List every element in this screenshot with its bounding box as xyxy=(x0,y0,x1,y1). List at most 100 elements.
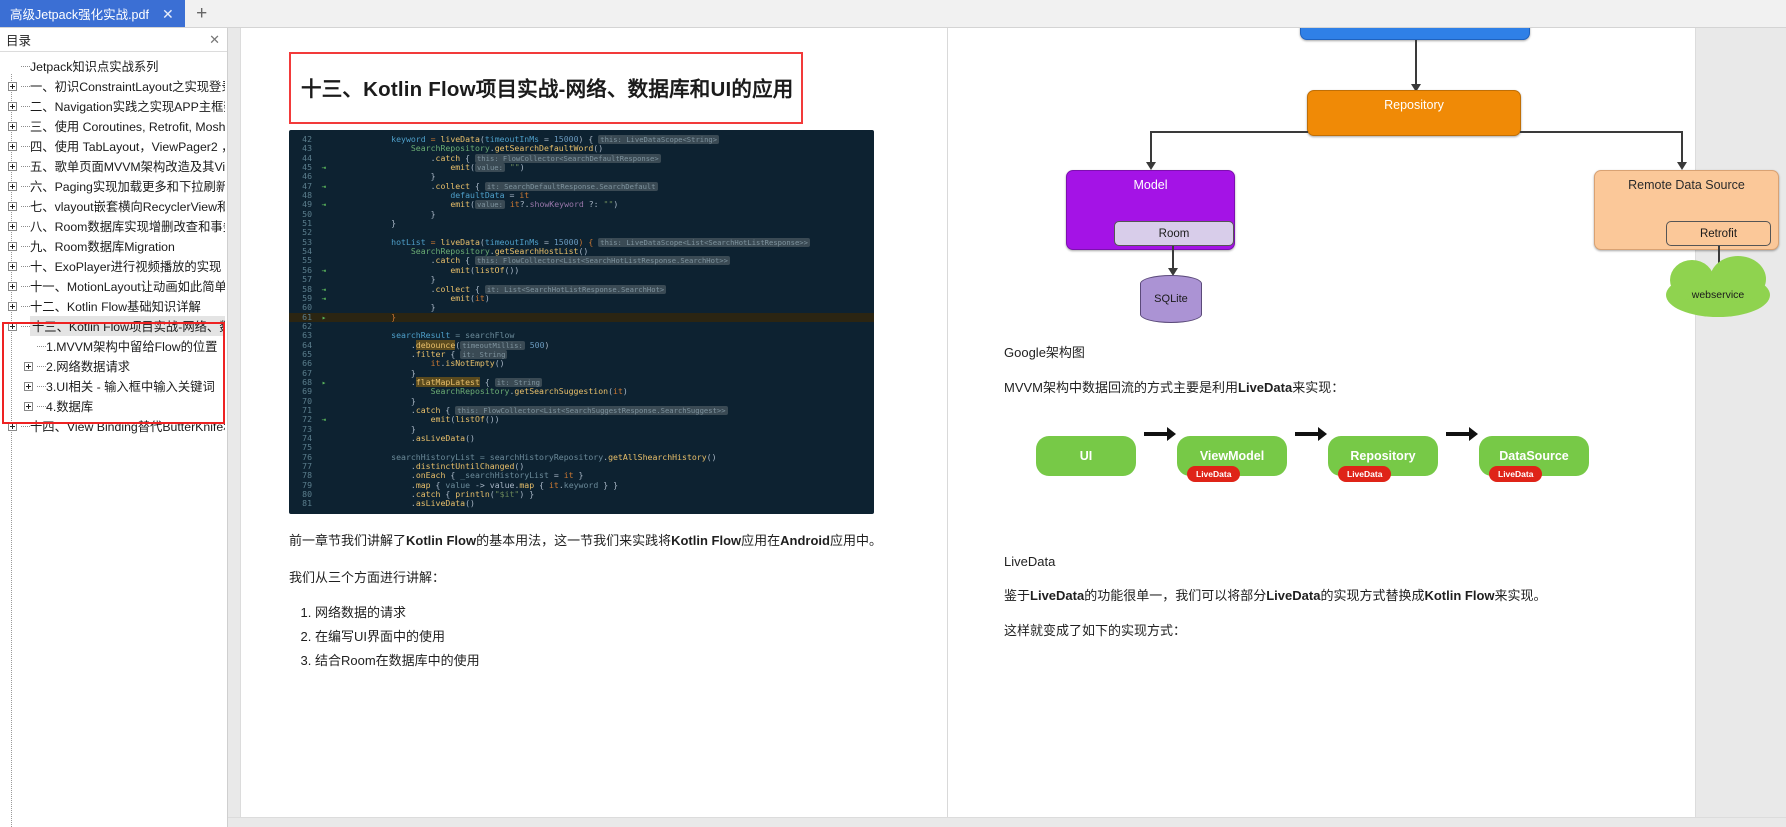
flow-stage-datasource-label: DataSource xyxy=(1499,449,1569,463)
arrow-repository-model-v xyxy=(1150,131,1152,164)
outline-item[interactable]: 1.MVVM架构中留给Flow的位置 xyxy=(0,336,227,356)
outline-item[interactable]: 十三、Kotlin Flow项目实战-网络、数据库和 xyxy=(0,316,227,336)
topic-list-item: 网络数据的请求 xyxy=(315,601,911,625)
tree-connector xyxy=(19,236,30,256)
tree-connector xyxy=(19,76,30,96)
outline-item[interactable]: 三、使用 Coroutines, Retrofit, Moshi实现F xyxy=(0,116,227,136)
browser-tab-strip: 高级Jetpack强化实战.pdf ✕ + xyxy=(0,0,1786,28)
tree-connector xyxy=(19,56,30,76)
code-line-text: } xyxy=(332,218,397,229)
gutter-glyph-icon: ⇥ xyxy=(321,163,327,173)
expand-plus-icon[interactable] xyxy=(6,136,19,156)
outline-item[interactable]: 八、Room数据库实现增删改查和事务处理 xyxy=(0,216,227,236)
outline-item-label: 十三、Kotlin Flow项目实战-网络、数据库和 xyxy=(30,316,225,336)
outline-item[interactable]: 十二、Kotlin Flow基础知识详解 xyxy=(0,296,227,316)
outline-item[interactable]: 四、使用 TabLayout，ViewPager2 ，Recy xyxy=(0,136,227,156)
expand-plus-icon[interactable] xyxy=(6,216,19,236)
expand-plus-icon[interactable] xyxy=(22,396,35,416)
expand-plus-icon[interactable] xyxy=(6,236,19,256)
viewer-bottom-strip xyxy=(228,817,1786,827)
expand-plus-icon[interactable] xyxy=(6,316,19,336)
expand-plus-icon[interactable] xyxy=(6,96,19,116)
expand-plus-icon[interactable] xyxy=(6,116,19,136)
close-icon[interactable]: ✕ xyxy=(159,7,177,21)
outline-item[interactable]: 一、初识ConstraintLayout之实现登录页面 xyxy=(0,76,227,96)
outline-item-label: 四、使用 TabLayout，ViewPager2 ，Recy xyxy=(30,140,225,154)
outline-item[interactable]: 二、Navigation实践之实现APP主框架以及N xyxy=(0,96,227,116)
sidebar-title: 目录 xyxy=(6,34,32,48)
outline-item-label: 八、Room数据库实现增删改查和事务处理 xyxy=(30,220,225,234)
expand-plus-icon[interactable] xyxy=(6,176,19,196)
gutter-glyph-icon: ⇥ xyxy=(321,181,327,191)
pdf-page: 十三、Kotlin Flow项目实战-网络、数据库和UI的应用 42 keywo… xyxy=(240,28,1779,827)
tree-connector xyxy=(35,376,46,396)
expand-plus-icon[interactable] xyxy=(6,276,19,296)
outline-item-label: 十、ExoPlayer进行视频播放的实现 xyxy=(30,260,222,274)
page-right-column: Repository Model Room SQLite Remote Data… xyxy=(948,28,1779,827)
expand-plus-icon[interactable] xyxy=(6,196,19,216)
tree-connector xyxy=(19,256,30,276)
outline-item[interactable]: 九、Room数据库Migration xyxy=(0,236,227,256)
livedata-caption: LiveData xyxy=(1004,554,1056,569)
outline-item[interactable]: 2.网络数据请求 xyxy=(0,356,227,376)
tree-connector xyxy=(35,336,46,356)
document-tab[interactable]: 高级Jetpack强化实战.pdf ✕ xyxy=(0,0,185,27)
livedata-tag-3: LiveData xyxy=(1489,466,1543,482)
plain-text: 应用在 xyxy=(741,532,781,548)
room-label: Room xyxy=(1158,227,1190,240)
flow-arrow-2 xyxy=(1295,427,1327,441)
gutter-glyph-icon: ▸ xyxy=(321,312,327,322)
expand-plus-icon[interactable] xyxy=(6,256,19,276)
expand-plus-icon[interactable] xyxy=(6,296,19,316)
plain-text: MVVM架构中数据回流的方式主要是利用 xyxy=(1004,380,1239,395)
topic-list-item: 结合Room在数据库中的使用 xyxy=(315,649,911,673)
expand-plus-icon[interactable] xyxy=(6,76,19,96)
tree-connector xyxy=(35,356,46,376)
outline-item-label: 六、Paging实现加载更多和下拉刷新，错误 xyxy=(30,180,225,194)
expand-plus-icon[interactable] xyxy=(22,356,35,376)
plus-icon[interactable]: + xyxy=(185,0,219,27)
close-icon[interactable]: ✕ xyxy=(209,32,220,48)
outline-item[interactable]: 六、Paging实现加载更多和下拉刷新，错误 xyxy=(0,176,227,196)
emphasis-text: Kotlin Flow xyxy=(406,532,477,548)
sidebar-header: 目录 ✕ xyxy=(0,28,227,52)
plain-text: 的实现方式替换成 xyxy=(1320,588,1425,603)
outline-item-label: 十四、View Binding替代ButterKnife和Kotli xyxy=(30,420,225,434)
livedata-flow-diagram: UI ViewModel LiveData Repository LiveDat… xyxy=(1004,414,1652,534)
outline-item[interactable]: 3.UI相关 - 输入框中输入关键词 xyxy=(0,376,227,396)
expand-plus-icon[interactable] xyxy=(6,416,19,436)
arrow-repository-remote-h xyxy=(1520,131,1682,133)
outline-item[interactable]: 七、vlayout嵌套横向RecyclerView和Banne xyxy=(0,196,227,216)
retrofit-subnode: Retrofit xyxy=(1666,221,1771,246)
tree-leaf-icon xyxy=(6,56,19,76)
google-architecture-diagram: Repository Model Room SQLite Remote Data… xyxy=(1004,28,1779,328)
plain-text: 来实现： xyxy=(1292,380,1345,395)
webservice-label: webservice xyxy=(1691,289,1745,301)
outline-item[interactable]: 十、ExoPlayer进行视频播放的实现 xyxy=(0,256,227,276)
tree-connector xyxy=(19,416,30,436)
viewmodel-node xyxy=(1300,28,1530,40)
expand-plus-icon[interactable] xyxy=(6,156,19,176)
expand-plus-icon[interactable] xyxy=(22,376,35,396)
retrofit-label: Retrofit xyxy=(1699,227,1738,240)
webservice-node: webservice xyxy=(1666,256,1770,317)
outline-item[interactable]: 4.数据库 xyxy=(0,396,227,416)
document-viewer[interactable]: 十三、Kotlin Flow项目实战-网络、数据库和UI的应用 42 keywo… xyxy=(228,28,1786,827)
tree-connector xyxy=(35,396,46,416)
implementation-caption: 这样就变成了如下的实现方式： xyxy=(1004,623,1187,638)
outline-item[interactable]: Jetpack知识点实战系列 xyxy=(0,56,227,76)
google-arch-caption: Google架构图 xyxy=(1004,345,1085,360)
code-line: 61 ▸ } xyxy=(289,312,874,322)
tree-connector xyxy=(19,196,30,216)
outline-item[interactable]: 十一、MotionLayout让动画如此简单 xyxy=(0,276,227,296)
model-label: Model xyxy=(1133,178,1168,192)
flow-arrow-3 xyxy=(1446,427,1478,441)
outline-item[interactable]: 五、歌单页面MVVM架构改造及其ViewMod xyxy=(0,156,227,176)
line-number: 81 xyxy=(302,498,312,509)
outline-item[interactable]: 十四、View Binding替代ButterKnife和Kotli xyxy=(0,416,227,436)
tree-connector xyxy=(19,316,30,336)
outline-item-label: 4.数据库 xyxy=(46,400,94,414)
flow-stage-repository-label: Repository xyxy=(1350,449,1416,463)
page-left-column: 十三、Kotlin Flow项目实战-网络、数据库和UI的应用 42 keywo… xyxy=(241,28,947,827)
arrow-repository-model-h xyxy=(1150,131,1308,133)
